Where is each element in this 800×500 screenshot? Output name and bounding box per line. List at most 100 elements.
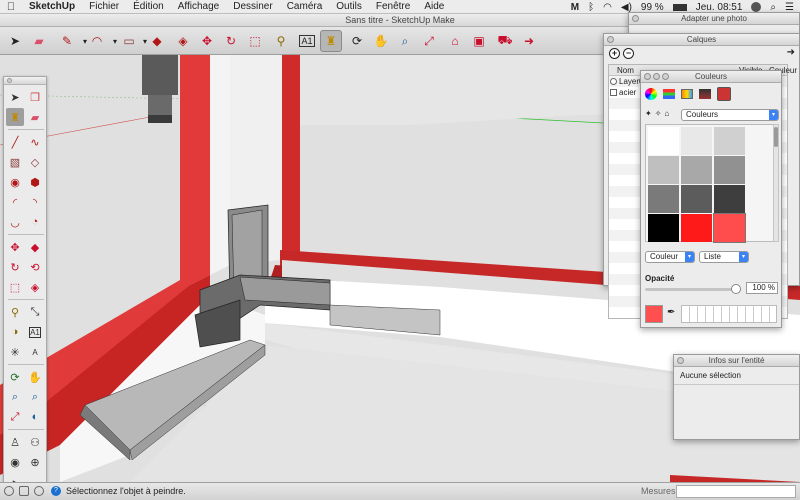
menu-edition[interactable]: Édition — [126, 1, 171, 12]
menu-aide[interactable]: Aide — [417, 1, 451, 12]
palette-previous-view-icon[interactable]: ◐ — [26, 408, 44, 426]
menu-affichage[interactable]: Affichage — [171, 1, 227, 12]
view-mode-select[interactable]: Liste ▾ — [699, 251, 749, 263]
bluetooth-icon[interactable]: ᛒ — [588, 2, 594, 13]
palette-paint-bucket-icon[interactable]: ♜ — [6, 108, 24, 126]
color-palettes-tab-icon[interactable] — [681, 89, 693, 99]
color-wheel-tab-icon[interactable] — [645, 88, 657, 100]
notification-center-icon[interactable]: ☰ — [785, 2, 794, 13]
opacity-slider-thumb[interactable] — [731, 284, 741, 294]
palette-eraser-icon[interactable]: ▰ — [26, 108, 44, 126]
share-model-icon[interactable]: ➜ — [518, 30, 540, 52]
palette-rectangle-icon[interactable]: ▧ — [6, 153, 24, 171]
color-swatch[interactable] — [648, 185, 679, 213]
palette-offset-icon[interactable]: ◈ — [26, 278, 44, 296]
palette-polygon-icon[interactable]: ⬢ — [26, 173, 44, 191]
palette-make-component-icon[interactable]: ❒ — [26, 88, 44, 106]
palette-rotate-icon[interactable]: ↻ — [6, 258, 24, 276]
palette-pie-icon[interactable]: ◔ — [26, 213, 44, 231]
menu-camera[interactable]: Caméra — [280, 1, 330, 12]
palette-walk-icon[interactable]: ⚇ — [26, 433, 44, 451]
credits-icon[interactable] — [19, 486, 29, 496]
entity-info-close-icon[interactable] — [677, 357, 684, 364]
adjust-photo-close-icon[interactable] — [632, 15, 639, 22]
menu-app[interactable]: SketchUp — [22, 1, 82, 12]
color-swatch[interactable] — [681, 127, 712, 155]
palette-line-icon[interactable]: ╱ — [6, 133, 24, 151]
palette-tape-measure-icon[interactable]: ⚲ — [6, 303, 24, 321]
palette-pan-icon[interactable]: ✋ — [26, 368, 44, 386]
palette-section-plane-icon[interactable]: ⊕ — [26, 453, 44, 471]
palette-move-icon[interactable]: ✥ — [6, 238, 24, 256]
palette-3point-arc-icon[interactable]: ◡ — [6, 213, 24, 231]
eyedropper-icon[interactable]: ✒ — [667, 307, 675, 318]
palette-rotated-rectangle-icon[interactable]: ◇ — [26, 153, 44, 171]
warehouse-icon[interactable]: ⌂ — [444, 30, 466, 52]
pan-tool-icon[interactable]: ✋ — [370, 30, 392, 52]
palette-text-icon[interactable]: A1 — [26, 323, 44, 341]
offset-tool-icon[interactable]: ◈ — [172, 30, 194, 52]
palette-close-icon[interactable] — [7, 78, 12, 83]
spotlight-icon[interactable]: ⌕ — [770, 2, 776, 13]
colors-minimize-icon[interactable] — [653, 73, 660, 80]
custom-swatch-row[interactable] — [681, 305, 777, 323]
palette-select-icon[interactable]: ➤ — [6, 88, 24, 106]
battery-percent[interactable]: 99 % — [641, 2, 664, 13]
palette-zoom-window-icon[interactable]: ⌕ — [26, 388, 44, 406]
color-swatch[interactable] — [714, 127, 745, 155]
color-swatch[interactable] — [681, 156, 712, 184]
menu-fichier[interactable]: Fichier — [82, 1, 126, 12]
apple-icon[interactable]:  — [0, 1, 22, 13]
geolocation-icon[interactable] — [4, 486, 14, 496]
palette-follow-me-icon[interactable]: ⟲ — [26, 258, 44, 276]
palette-zoom-icon[interactable]: ⌕ — [6, 388, 24, 406]
image-palettes-tab-icon[interactable] — [699, 89, 711, 99]
palette-freehand-icon[interactable]: ∿ — [26, 133, 44, 151]
color-swatch[interactable] — [648, 156, 679, 184]
scale-tool-icon[interactable]: ⬚ — [244, 30, 266, 52]
extension-warehouse-icon[interactable]: ▣ — [468, 30, 490, 52]
delete-layer-button[interactable]: − — [623, 48, 634, 59]
clock[interactable]: Jeu. 08:51 — [696, 2, 743, 13]
palette-action-icon-2[interactable]: ✧ — [655, 109, 662, 118]
info-icon[interactable]: ? — [51, 486, 61, 496]
share-component-icon[interactable]: ⛟ — [494, 30, 516, 52]
orbit-tool-icon[interactable]: ⟳ — [346, 30, 368, 52]
palette-2point-arc-icon[interactable]: ◝ — [26, 193, 44, 211]
rotate-tool-icon[interactable]: ↻ — [220, 30, 242, 52]
current-color-well[interactable] — [645, 305, 663, 323]
layers-details-arrow-icon[interactable]: ➜ — [787, 47, 795, 58]
paint-bucket-tool-icon[interactable]: ♜ — [320, 30, 342, 52]
eraser-tool-icon[interactable]: ▰ — [28, 30, 50, 52]
opacity-slider-track[interactable] — [645, 284, 741, 294]
measures-input[interactable] — [676, 485, 796, 498]
push-pull-tool-icon[interactable]: ◆ — [146, 30, 168, 52]
palette-select[interactable]: Couleurs ▾ — [681, 109, 779, 121]
color-sliders-tab-icon[interactable] — [663, 89, 675, 99]
color-mode-select[interactable]: Couleur ▾ — [645, 251, 695, 263]
palette-circle-icon[interactable]: ◉ — [6, 173, 24, 191]
color-swatch[interactable] — [681, 185, 712, 213]
malwarebytes-icon[interactable]: M — [571, 2, 579, 13]
add-layer-button[interactable]: + — [609, 48, 620, 59]
menu-fenetre[interactable]: Fenêtre — [369, 1, 417, 12]
palette-dimension-icon[interactable]: ⤡ — [26, 303, 44, 321]
crayons-tab-icon[interactable] — [717, 87, 731, 101]
color-swatch[interactable] — [648, 127, 679, 155]
layers-close-icon[interactable] — [607, 36, 614, 43]
opacity-value-field[interactable]: 100 % — [746, 282, 778, 294]
colors-zoom-icon[interactable] — [662, 73, 669, 80]
color-swatch[interactable] — [681, 214, 712, 242]
color-swatch[interactable] — [648, 214, 679, 242]
tape-measure-tool-icon[interactable]: ⚲ — [270, 30, 292, 52]
palette-action-icon[interactable]: ✦ — [645, 109, 652, 118]
palette-zoom-extents-icon[interactable]: ⤢ — [6, 408, 24, 426]
colors-close-icon[interactable] — [644, 73, 651, 80]
user-icon[interactable] — [751, 2, 762, 12]
select-tool-icon[interactable]: ➤ — [4, 30, 26, 52]
palette-protractor-icon[interactable]: ◑ — [6, 323, 24, 341]
palette-push-pull-icon[interactable]: ◆ — [26, 238, 44, 256]
layer-active-radio[interactable] — [610, 78, 617, 85]
palette-3d-text-icon[interactable]: A — [26, 343, 44, 361]
palette-axes-icon[interactable]: ✳ — [6, 343, 24, 361]
